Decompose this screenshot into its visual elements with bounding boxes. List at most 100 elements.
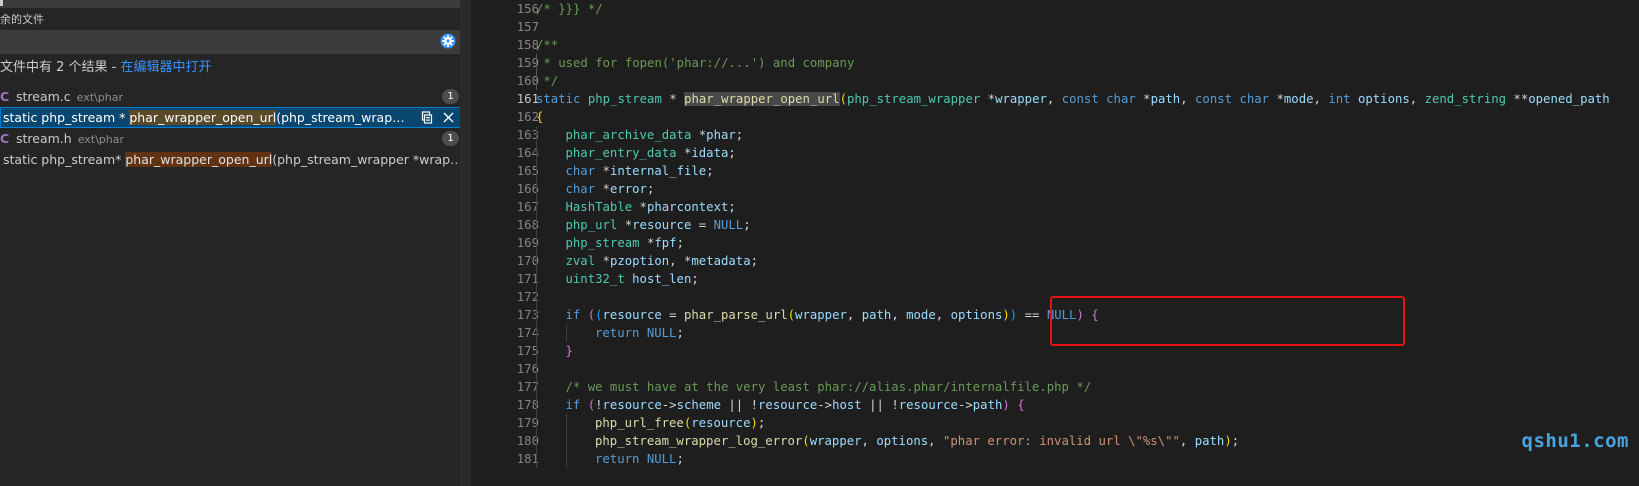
code-token: resource — [898, 398, 958, 412]
line-number[interactable]: 158 — [471, 36, 539, 54]
code-editor[interactable]: 156/* }}} */157 158/** 159 * used for fope… — [471, 0, 1639, 486]
line-number[interactable]: 180 — [471, 432, 539, 450]
code-line[interactable]: 178 if (!resource->scheme || !resource->h… — [471, 396, 1639, 414]
match-count-badge: 1 — [442, 131, 459, 146]
code-line[interactable]: 161 static php_stream * phar_wrapper_open… — [471, 90, 1639, 108]
code-token: resource — [632, 218, 692, 232]
code-token: ; — [676, 326, 684, 340]
code-token: internal_file — [609, 164, 707, 178]
line-number[interactable]: 156 — [471, 0, 539, 18]
code-text: php_stream *fpf; — [566, 234, 684, 252]
line-number[interactable]: 171 — [471, 270, 539, 288]
code-token: ! — [595, 398, 603, 412]
code-line[interactable]: 170 zval *pzoption, *metadata; — [471, 252, 1639, 270]
line-number[interactable]: 161 — [471, 90, 539, 108]
code-token: char — [1239, 92, 1270, 106]
code-token: ( — [802, 434, 810, 448]
code-text: return NULL; — [595, 324, 684, 342]
code-line[interactable]: 180 php_stream_wrapper_log_error(wrapper,… — [471, 432, 1639, 450]
code-token: * — [980, 92, 996, 106]
code-token: || ! — [721, 398, 759, 412]
line-number[interactable]: 157 — [471, 18, 539, 36]
code-token: resource — [691, 416, 751, 430]
indent-guide — [565, 324, 567, 342]
code-line[interactable]: 157 — [471, 18, 1639, 36]
indent-guide — [536, 414, 537, 432]
code-token: phar_archive_data — [565, 128, 692, 142]
code-token: , — [861, 434, 877, 448]
files-to-exclude-input[interactable] — [0, 30, 460, 54]
line-number[interactable]: 169 — [471, 234, 539, 252]
code-token: resource — [758, 398, 818, 412]
code-line[interactable]: 177 /* we must have at the very least pha… — [471, 378, 1639, 396]
code-line[interactable]: 163 phar_archive_data *phar; — [471, 126, 1639, 144]
code-token: * — [1135, 92, 1151, 106]
line-number[interactable]: 159 — [471, 54, 539, 72]
line-number[interactable]: 167 — [471, 198, 539, 216]
result-file-stream-c[interactable]: C stream.c ext\phar 1 — [0, 86, 471, 107]
result-file-stream-h[interactable]: C stream.h ext\phar 1 — [0, 128, 471, 149]
line-number[interactable]: 165 — [471, 162, 539, 180]
code-line[interactable]: 162{ — [471, 108, 1639, 126]
code-token: const — [1061, 92, 1099, 106]
code-line[interactable]: 171 uint32_t host_len; — [471, 270, 1639, 288]
match-highlight: phar_wrapper_open_url — [129, 110, 277, 125]
code-text: } — [566, 342, 573, 360]
code-token: , — [935, 308, 951, 322]
search-match-row[interactable]: static php_stream * phar_wrapper_open_ur… — [0, 107, 471, 128]
code-line[interactable]: 159 * used for fopen('phar://...') and c… — [471, 54, 1639, 72]
line-number[interactable]: 163 — [471, 126, 539, 144]
line-number[interactable]: 166 — [471, 180, 539, 198]
code-token: path — [861, 308, 892, 322]
code-line[interactable]: 166 char *error; — [471, 180, 1639, 198]
line-number[interactable]: 168 — [471, 216, 539, 234]
line-number[interactable]: 164 — [471, 144, 539, 162]
code-line[interactable]: 179 php_url_free(resource); — [471, 414, 1639, 432]
file-name: stream.h — [16, 131, 72, 146]
code-token: mode — [1283, 92, 1314, 106]
code-line[interactable]: 158/** — [471, 36, 1639, 54]
indent-guide — [565, 414, 567, 432]
line-number[interactable]: 179 — [471, 414, 539, 432]
dismiss-match-button[interactable] — [441, 110, 456, 125]
line-number[interactable]: 178 — [471, 396, 539, 414]
line-number[interactable]: 170 — [471, 252, 539, 270]
code-line[interactable]: 168 php_url *resource = NULL; — [471, 216, 1639, 234]
code-line[interactable]: 165 char *internal_file; — [471, 162, 1639, 180]
search-match-row[interactable]: static php_stream* phar_wrapper_open_url… — [0, 149, 471, 170]
code-token: } — [565, 344, 573, 358]
code-token: php_stream_wrapper — [846, 92, 981, 106]
line-number[interactable]: 176 — [471, 360, 539, 378]
line-number[interactable]: 172 — [471, 288, 539, 306]
code-line[interactable]: 169 php_stream *fpf; — [471, 234, 1639, 252]
line-number[interactable]: 173 — [471, 306, 539, 324]
line-number[interactable]: 175 — [471, 342, 539, 360]
replace-button[interactable] — [419, 110, 434, 125]
line-number[interactable]: 160 — [471, 72, 539, 90]
line-number[interactable]: 177 — [471, 378, 539, 396]
code-line[interactable]: 164 phar_entry_data *idata; — [471, 144, 1639, 162]
code-line[interactable]: 176 — [471, 360, 1639, 378]
line-number[interactable]: 181 — [471, 450, 539, 468]
code-line[interactable]: 160 */ — [471, 72, 1639, 90]
line-number[interactable]: 162 — [471, 108, 539, 126]
indent-guide — [536, 216, 537, 234]
line-number[interactable]: 174 — [471, 324, 539, 342]
code-line[interactable]: 167 HashTable *pharcontext; — [471, 198, 1639, 216]
include-files-input[interactable] — [0, 0, 460, 8]
code-token: * — [617, 218, 633, 232]
code-line[interactable]: 156/* }}} */ — [471, 0, 1639, 18]
code-line[interactable]: 181 return NULL; — [471, 450, 1639, 468]
code-text: php_url_free(resource); — [595, 414, 765, 432]
code-token: ( — [787, 308, 796, 322]
use-exclude-settings-button[interactable] — [438, 31, 458, 51]
code-text: static php_stream * phar_wrapper_open_ur… — [536, 90, 1610, 108]
sidebar-scrollbar[interactable] — [460, 0, 471, 486]
open-in-editor-link[interactable]: 在编辑器中打开 — [121, 60, 212, 75]
code-token: * — [632, 200, 647, 214]
code-token: path — [1194, 434, 1225, 448]
code-token: return — [595, 452, 640, 466]
